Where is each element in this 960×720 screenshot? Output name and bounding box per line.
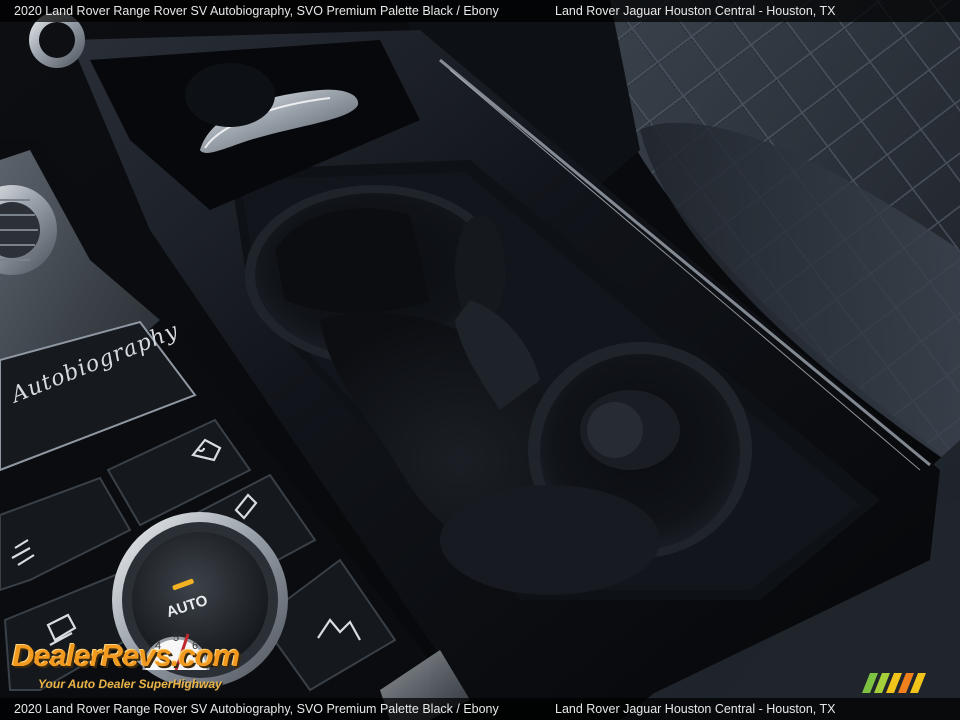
caption-bar-bottom: 2020 Land Rover Range Rover SV Autobiogr… [0, 698, 960, 720]
vehicle-caption: 2020 Land Rover Range Rover SV Autobiogr… [14, 4, 499, 18]
caption-bar-top: 2020 Land Rover Range Rover SV Autobiogr… [0, 0, 960, 22]
photo-frame: Autobiography AUTO 4 5 6 DealerRevs.com … [0, 0, 960, 720]
logo-brand-text: DealerRevs.com [12, 638, 240, 673]
dealerrevs-logo: 4 5 6 DealerRevs.com Your Auto Dealer Su… [10, 620, 270, 698]
speed-stripes-icon [862, 673, 926, 693]
vehicle-caption-bottom: 2020 Land Rover Range Rover SV Autobiogr… [14, 702, 499, 716]
dealer-caption-bottom: Land Rover Jaguar Houston Central - Hous… [555, 702, 836, 716]
logo-tagline: Your Auto Dealer SuperHighway [38, 677, 222, 691]
interior-photo [0, 0, 960, 720]
dealer-caption: Land Rover Jaguar Houston Central - Hous… [555, 4, 836, 18]
